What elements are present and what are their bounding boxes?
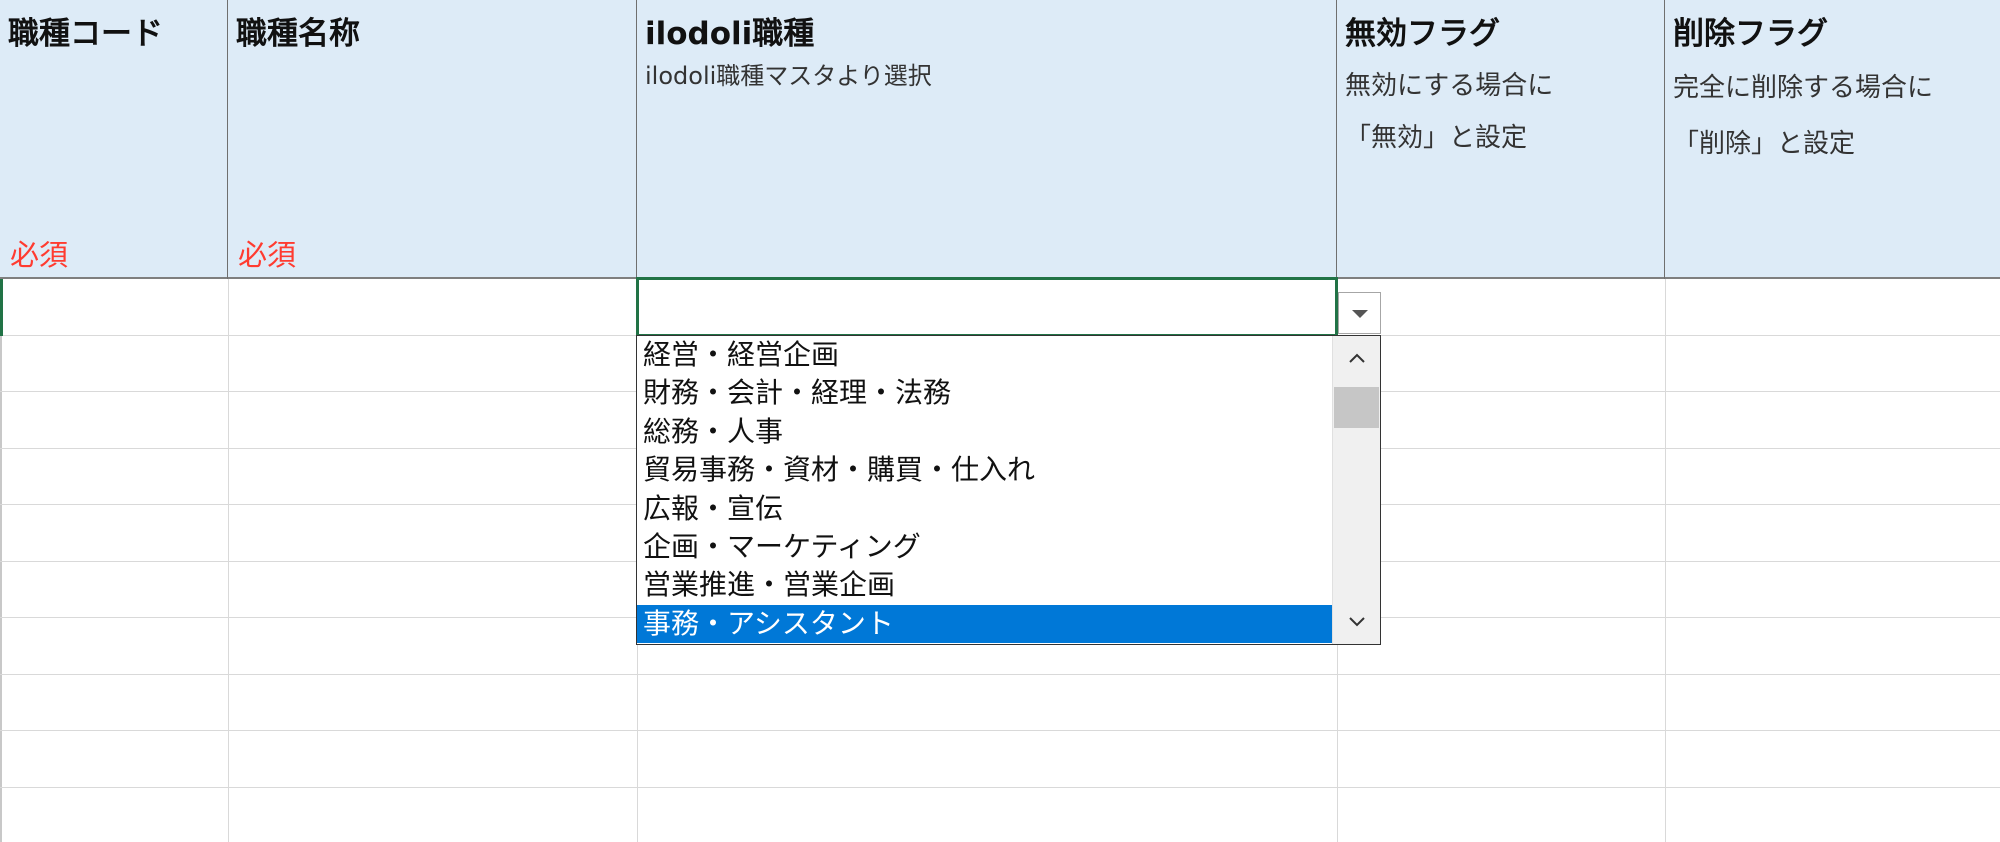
column-description: 完全に削除する場合に 「削除」と設定: [1673, 60, 1933, 172]
header-cell-ilodoli-job[interactable]: ilodoli職種 ilodoli職種マスタより選択: [637, 0, 1337, 279]
dropdown-item[interactable]: 企画・マーケティング: [637, 528, 1332, 566]
description-line: 「無効」と設定: [1345, 123, 1528, 153]
dropdown-item[interactable]: 貿易事務・資材・購買・仕入れ: [637, 451, 1332, 489]
description-line: 「削除」と設定: [1673, 129, 1856, 159]
header-cell-job-code[interactable]: 職種コード 必須: [0, 0, 228, 279]
required-label: 必須: [10, 238, 69, 272]
column-title: 無効フラグ: [1345, 16, 1500, 52]
dropdown-item[interactable]: 広報・宣伝: [637, 490, 1332, 528]
chevron-down-icon: [1348, 617, 1365, 627]
dropdown-item[interactable]: 経営・経営企画: [637, 336, 1332, 374]
header-cell-job-name[interactable]: 職種名称 必須: [228, 0, 637, 279]
column-description: 無効にする場合に 「無効」と設定: [1345, 60, 1553, 164]
description-line: 無効にする場合に: [1345, 71, 1554, 101]
chevron-down-icon: [1352, 310, 1368, 318]
dropdown-item[interactable]: 財務・会計・経理・法務: [637, 374, 1332, 412]
dropdown-item-selected[interactable]: 事務・アシスタント: [637, 604, 1332, 644]
header-cell-delete-flag[interactable]: 削除フラグ 完全に削除する場合に 「削除」と設定: [1665, 0, 2000, 279]
column-divider: [228, 279, 229, 842]
column-title: 職種コード: [8, 16, 163, 52]
description-line: 完全に削除する場合に: [1673, 73, 1934, 103]
header-row: 職種コード 必須 職種名称 必須 ilodoli職種 ilodoli職種マスタよ…: [0, 0, 2000, 279]
column-title: ilodoli職種: [645, 16, 815, 52]
row-divider: [0, 674, 2000, 675]
column-divider: [1665, 279, 1666, 842]
active-cell-ilodoli-job[interactable]: [636, 277, 1338, 337]
column-title: 削除フラグ: [1673, 16, 1828, 52]
spreadsheet: 職種コード 必須 職種名称 必須 ilodoli職種 ilodoli職種マスタよ…: [0, 0, 2000, 842]
column-title: 職種名称: [236, 16, 360, 52]
dropdown-list[interactable]: 経営・経営企画 財務・会計・経理・法務 総務・人事 貿易事務・資材・購買・仕入れ…: [636, 335, 1381, 645]
scroll-down-button[interactable]: [1333, 600, 1380, 644]
header-cell-disable-flag[interactable]: 無効フラグ 無効にする場合に 「無効」と設定: [1337, 0, 1665, 279]
row-divider: [0, 787, 2000, 788]
scroll-up-button[interactable]: [1333, 336, 1380, 380]
dropdown-item[interactable]: 総務・人事: [637, 413, 1332, 451]
column-description: ilodoli職種マスタより選択: [645, 62, 932, 90]
dropdown-item[interactable]: 営業推進・営業企画: [637, 566, 1332, 604]
row-divider: [0, 730, 2000, 731]
dropdown-items: 経営・経営企画 財務・会計・経理・法務 総務・人事 貿易事務・資材・購買・仕入れ…: [637, 336, 1332, 644]
chevron-up-icon: [1348, 353, 1365, 363]
scrollbar-thumb[interactable]: [1334, 387, 1379, 428]
active-row-marker: [0, 279, 3, 336]
dropdown-scrollbar[interactable]: [1332, 336, 1380, 644]
dropdown-button[interactable]: [1338, 292, 1381, 334]
required-label: 必須: [238, 238, 297, 272]
